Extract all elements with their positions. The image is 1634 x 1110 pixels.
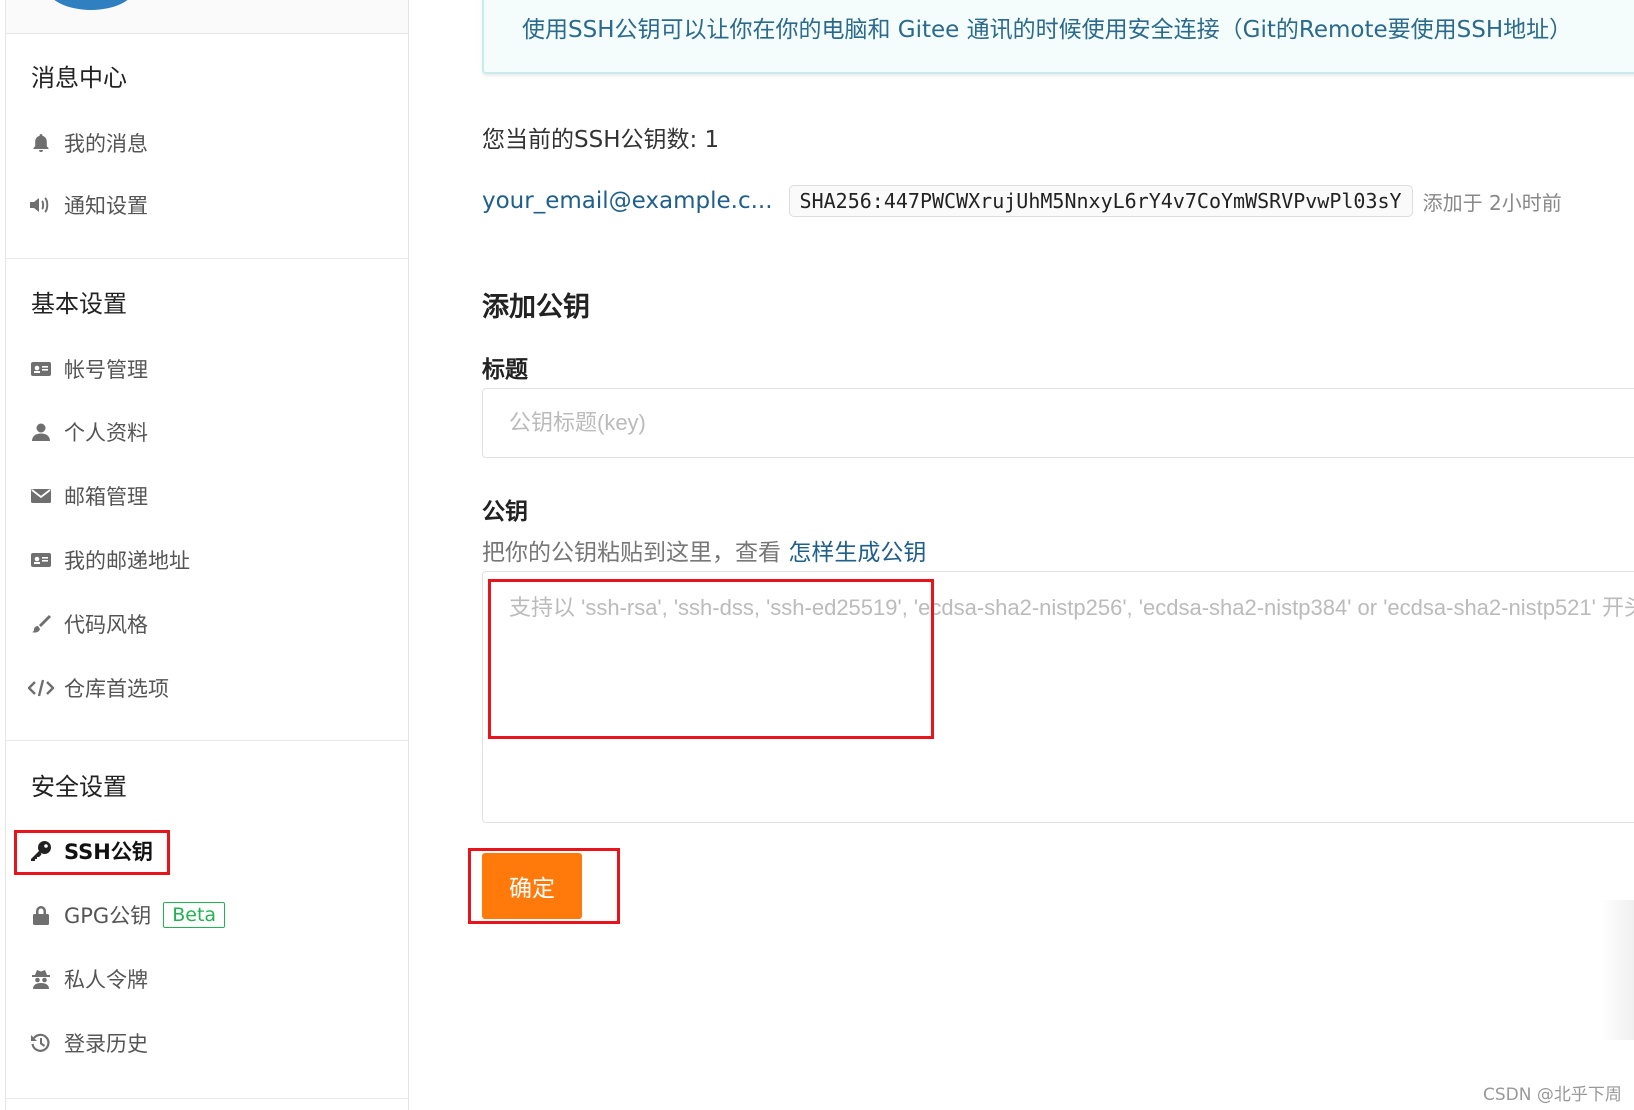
key-added-time: 添加于 2小时前 xyxy=(1422,190,1562,215)
sidebar-item-account[interactable]: 帐号管理 xyxy=(26,349,148,389)
info-text: 使用SSH公钥可以让你在你的电脑和 Gitee 通讯的时候使用安全连接（Git的… xyxy=(522,17,1573,43)
sidebar-item-email[interactable]: 邮箱管理 xyxy=(26,476,148,516)
how-to-generate-key-link[interactable]: 怎样生成公钥 xyxy=(788,540,926,566)
sidebar-item-label: 个人资料 xyxy=(64,421,148,445)
ssh-key-count: 您当前的SSH公钥数: 1 xyxy=(482,127,720,153)
section-title-messages: 消息中心 xyxy=(31,64,127,92)
sidebar-item-label: 帐号管理 xyxy=(64,358,148,382)
section-divider xyxy=(6,1098,408,1099)
sidebar-item-label: SSH公钥 xyxy=(64,840,153,864)
add-key-heading: 添加公钥 xyxy=(482,292,590,323)
sidebar-item-profile[interactable]: 个人资料 xyxy=(26,412,148,452)
key-title-input[interactable] xyxy=(482,388,1634,458)
speaker-icon xyxy=(26,195,56,215)
address-card-icon xyxy=(26,551,56,569)
sidebar-item-label: 我的邮递地址 xyxy=(64,549,190,573)
sidebar-item-repo-preferences[interactable]: 仓库首选项 xyxy=(26,668,169,708)
envelope-icon xyxy=(26,487,56,505)
main-content: 使用SSH公钥可以让你在你的电脑和 Gitee 通讯的时候使用安全连接（Git的… xyxy=(480,0,1634,1110)
sidebar-item-private-tokens[interactable]: 私人令牌 xyxy=(26,959,148,999)
section-divider xyxy=(6,258,408,259)
sidebar-item-label: 邮箱管理 xyxy=(64,485,148,509)
watermark: CSDN @北乎下周 xyxy=(1483,1085,1622,1105)
key-label: 公钥 xyxy=(482,499,528,525)
section-title-security-settings: 安全设置 xyxy=(31,773,127,801)
section-divider xyxy=(6,740,408,741)
sidebar-item-label: GPG公钥 xyxy=(64,904,152,928)
lock-icon xyxy=(26,904,56,926)
sidebar-header xyxy=(6,0,408,34)
brush-icon xyxy=(26,614,56,634)
key-icon xyxy=(26,840,56,862)
confirm-button[interactable]: 确定 xyxy=(482,853,582,919)
avatar[interactable] xyxy=(46,0,136,10)
sidebar-item-ssh-keys[interactable]: SSH公钥 xyxy=(26,831,153,871)
section-title-basic-settings: 基本设置 xyxy=(31,290,127,318)
info-banner: 使用SSH公钥可以让你在你的电脑和 Gitee 通讯的时候使用安全连接（Git的… xyxy=(482,0,1634,74)
sidebar-item-login-history[interactable]: 登录历史 xyxy=(26,1023,148,1063)
beta-badge: Beta xyxy=(163,902,226,928)
ssh-key-row: your_email@example.c... SHA256:447PWCWXr… xyxy=(482,185,1562,217)
key-hint-text: 把你的公钥粘贴到这里，查看 xyxy=(482,540,789,566)
sidebar-item-code-style[interactable]: 代码风格 xyxy=(26,604,148,644)
sidebar-item-notification-settings[interactable]: 通知设置 xyxy=(26,185,148,225)
title-label: 标题 xyxy=(482,357,528,383)
id-card-icon xyxy=(26,360,56,378)
public-key-textarea[interactable] xyxy=(482,571,1634,823)
key-hint: 把你的公钥粘贴到这里，查看 怎样生成公钥 xyxy=(482,533,926,567)
sidebar-item-label: 代码风格 xyxy=(64,613,148,637)
sidebar-item-label: 我的消息 xyxy=(64,132,148,156)
edge-shadow xyxy=(1600,900,1634,1040)
settings-sidebar: 消息中心 我的消息 通知设置 基本设置 帐号管理 个人资料 邮箱管理 我的邮递地… xyxy=(5,0,409,1110)
sidebar-item-label: 登录历史 xyxy=(64,1032,148,1056)
sidebar-item-gpg-keys[interactable]: GPG公钥 Beta xyxy=(26,895,226,935)
spy-icon xyxy=(26,968,56,990)
key-fingerprint: SHA256:447PWCWXrujUhM5NnxyL6rY4v7CoYmWSR… xyxy=(788,185,1413,217)
code-icon xyxy=(26,678,56,698)
bell-icon xyxy=(26,133,56,153)
key-email-link[interactable]: your_email@example.c... xyxy=(482,188,773,214)
sidebar-item-label: 仓库首选项 xyxy=(64,677,169,701)
sidebar-item-label: 私人令牌 xyxy=(64,968,148,992)
sidebar-item-address[interactable]: 我的邮递地址 xyxy=(26,540,190,580)
history-icon xyxy=(26,1032,56,1054)
user-icon xyxy=(26,422,56,442)
sidebar-item-label: 通知设置 xyxy=(64,194,148,218)
sidebar-item-my-messages[interactable]: 我的消息 xyxy=(26,123,148,163)
